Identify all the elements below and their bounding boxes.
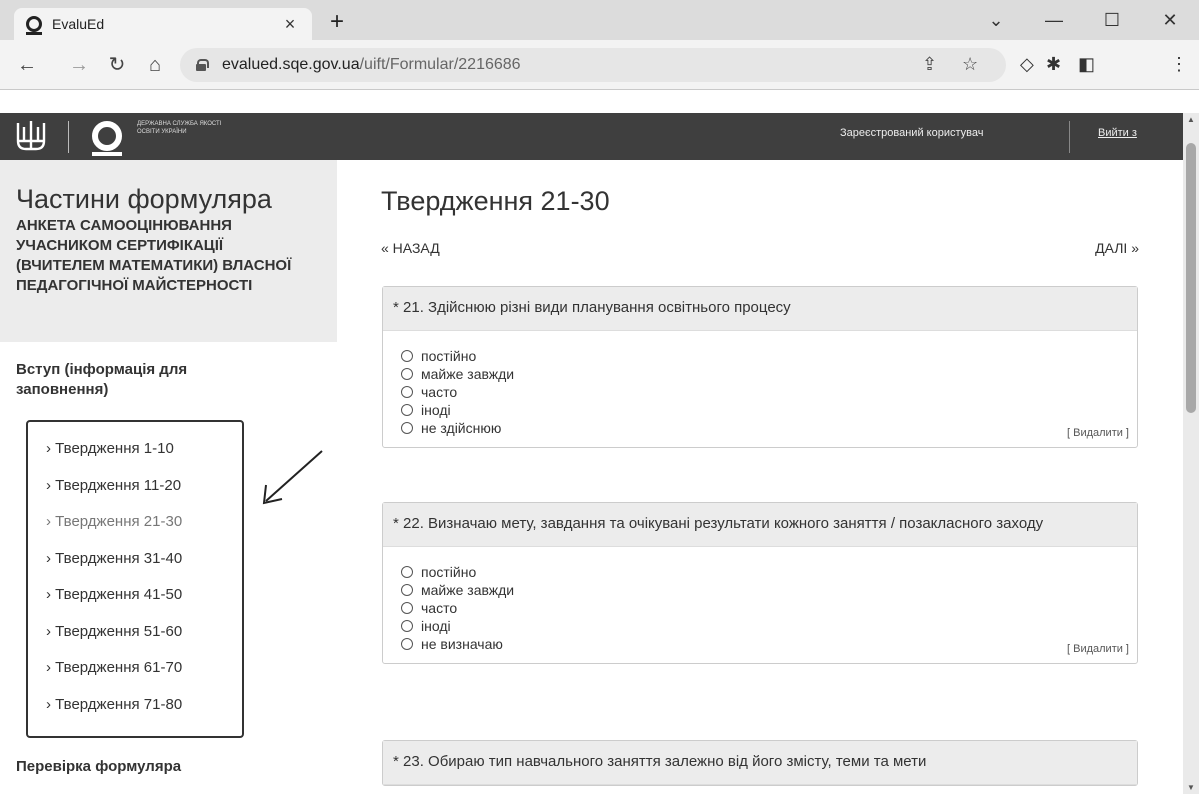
menu-dots-icon[interactable]: ⋮ (1170, 54, 1188, 75)
sidebar-item-statements-41-50[interactable]: › Твердження 41-50 (28, 586, 242, 623)
share-icon[interactable]: ⇪ (922, 54, 937, 75)
option-radio[interactable]: іноді (401, 617, 1127, 635)
scroll-down-icon[interactable]: ▼ (1187, 783, 1195, 792)
minimize-icon[interactable]: — (1025, 0, 1083, 40)
option-label: іноді (421, 618, 451, 634)
tab-title: EvaluEd (52, 16, 105, 32)
lock-icon[interactable] (196, 59, 209, 71)
option-label: часто (421, 384, 458, 400)
header-divider (1069, 121, 1070, 153)
sidebar-item-check-form[interactable]: Перевірка формуляра (16, 758, 181, 775)
sidebar-item-statements-51-60[interactable]: › Твердження 51-60 (28, 623, 242, 660)
radio-icon[interactable] (401, 386, 413, 398)
option-label: часто (421, 600, 458, 616)
forward-icon[interactable]: → (66, 52, 92, 78)
scroll-thumb[interactable] (1186, 143, 1196, 413)
form-name: АНКЕТА САМООЦІНЮВАННЯ УЧАСНИКОМ СЕРТИФІК… (16, 217, 292, 294)
tab-search-icon[interactable]: ⌄ (967, 0, 1025, 40)
site-favicon-icon (26, 16, 42, 35)
radio-icon[interactable] (401, 602, 413, 614)
sidebar-item-statements-61-70[interactable]: › Твердження 61-70 (28, 659, 242, 696)
side-panel-icon[interactable]: ◧ (1078, 54, 1095, 75)
option-label: іноді (421, 402, 451, 418)
sidebar-item-intro[interactable]: Вступ (інформація для заповнення) (16, 360, 256, 400)
home-icon[interactable]: ⌂ (142, 52, 168, 78)
reload-icon[interactable]: ↻ (104, 52, 130, 78)
page-title: Твердження 21-30 (381, 186, 610, 216)
option-label: не визначаю (421, 636, 503, 652)
sidebar-title: Частини формуляра (16, 184, 272, 214)
question-22: * 22. Визначаю мету, завдання та очікува… (382, 502, 1138, 664)
logout-link[interactable]: Вийти з (1098, 127, 1137, 139)
registered-user-label: Зареєстрований користувач (840, 127, 984, 139)
logo-divider (68, 121, 69, 153)
option-radio[interactable]: часто (401, 383, 1127, 401)
page-scrollbar[interactable]: ▲ ▼ (1183, 113, 1199, 794)
browser-tab[interactable]: EvaluEd × (14, 8, 312, 40)
question-21: * 21. Здійснюю різні види планування осв… (382, 286, 1138, 448)
sqe-logo-icon (92, 121, 122, 156)
back-link[interactable]: « НАЗАД (381, 240, 440, 256)
annotation-arrow-icon (262, 450, 323, 505)
radio-icon[interactable] (401, 368, 413, 380)
answer-options: постійно майже завжди часто іноді не виз… (383, 547, 1137, 663)
close-window-icon[interactable]: ✕ (1141, 0, 1199, 40)
statements-nav: › Твердження 1-10 › Твердження 11-20 › Т… (26, 420, 244, 738)
sidebar-item-statements-11-20[interactable]: › Твердження 11-20 (28, 477, 242, 514)
next-link[interactable]: ДАЛІ » (1095, 240, 1139, 256)
option-label: майже завжди (421, 582, 515, 598)
sidebar-item-statements-71-80[interactable]: › Твердження 71-80 (28, 696, 242, 733)
new-tab-icon[interactable]: + (330, 8, 344, 36)
question-text: * 23. Обираю тип навчального заняття зал… (383, 741, 1137, 785)
url-text: evalued.sqe.gov.ua/uift/Formular/2216686 (222, 56, 521, 73)
bookmark-star-icon[interactable]: ☆ (962, 54, 978, 75)
sidebar-header: Частини формуляра АНКЕТА САМООЦІНЮВАННЯ … (0, 160, 337, 342)
logo-text: ДЕРЖАВНА СЛУЖБА ЯКОСТІ ОСВІТИ УКРАЇНИ (137, 121, 222, 135)
question-text: * 21. Здійснюю різні види планування осв… (383, 287, 1137, 331)
browser-tab-bar: EvaluEd × + ⌄ — ☐ ✕ (0, 0, 1199, 40)
sidebar-item-statements-31-40[interactable]: › Твердження 31-40 (28, 550, 242, 587)
option-label: постійно (421, 348, 477, 364)
delete-answer-link[interactable]: [ Видалити ] (1067, 643, 1129, 655)
option-radio[interactable]: не здійснюю (401, 419, 1127, 437)
radio-icon[interactable] (401, 638, 413, 650)
trident-emblem-icon (16, 121, 46, 151)
option-label: майже завжди (421, 366, 515, 382)
option-radio[interactable]: постійно (401, 563, 1127, 581)
option-label: постійно (421, 564, 477, 580)
option-radio[interactable]: майже завжди (401, 581, 1127, 599)
question-23: * 23. Обираю тип навчального заняття зал… (382, 740, 1138, 786)
tab-close-icon[interactable]: × (280, 14, 300, 35)
browser-toolbar: ← → ↻ ⌂ evalued.sqe.gov.ua/uift/Formular… (0, 40, 1199, 90)
answer-options: постійно майже завжди часто іноді не зді… (383, 331, 1137, 447)
sidebar-item-statements-21-30[interactable]: › Твердження 21-30 (28, 513, 242, 550)
option-radio[interactable]: майже завжди (401, 365, 1127, 383)
sidebar-item-statements-1-10[interactable]: › Твердження 1-10 (28, 440, 242, 477)
maximize-icon[interactable]: ☐ (1083, 0, 1141, 40)
radio-icon[interactable] (401, 566, 413, 578)
address-bar[interactable]: evalued.sqe.gov.ua/uift/Formular/2216686… (180, 48, 1006, 82)
radio-icon[interactable] (401, 422, 413, 434)
extensions-puzzle-icon[interactable]: ✱ (1046, 54, 1061, 75)
site-header: ДЕРЖАВНА СЛУЖБА ЯКОСТІ ОСВІТИ УКРАЇНИ За… (0, 113, 1183, 160)
main-content: Твердження 21-30 « НАЗАД ДАЛІ » * 21. Зд… (337, 160, 1183, 794)
scroll-up-icon[interactable]: ▲ (1187, 115, 1195, 124)
radio-icon[interactable] (401, 620, 413, 632)
form-parts-sidebar: Частини формуляра АНКЕТА САМООЦІНЮВАННЯ … (0, 160, 337, 794)
option-label: не здійснюю (421, 420, 502, 436)
question-text: * 22. Визначаю мету, завдання та очікува… (383, 503, 1137, 547)
option-radio[interactable]: не визначаю (401, 635, 1127, 653)
option-radio[interactable]: іноді (401, 401, 1127, 419)
delete-answer-link[interactable]: [ Видалити ] (1067, 427, 1129, 439)
radio-icon[interactable] (401, 584, 413, 596)
option-radio[interactable]: часто (401, 599, 1127, 617)
radio-icon[interactable] (401, 404, 413, 416)
window-controls: ⌄ — ☐ ✕ (967, 0, 1199, 40)
option-radio[interactable]: постійно (401, 347, 1127, 365)
back-icon[interactable]: ← (14, 52, 40, 78)
extension-diamond-icon[interactable]: ◇ (1020, 54, 1034, 75)
radio-icon[interactable] (401, 350, 413, 362)
